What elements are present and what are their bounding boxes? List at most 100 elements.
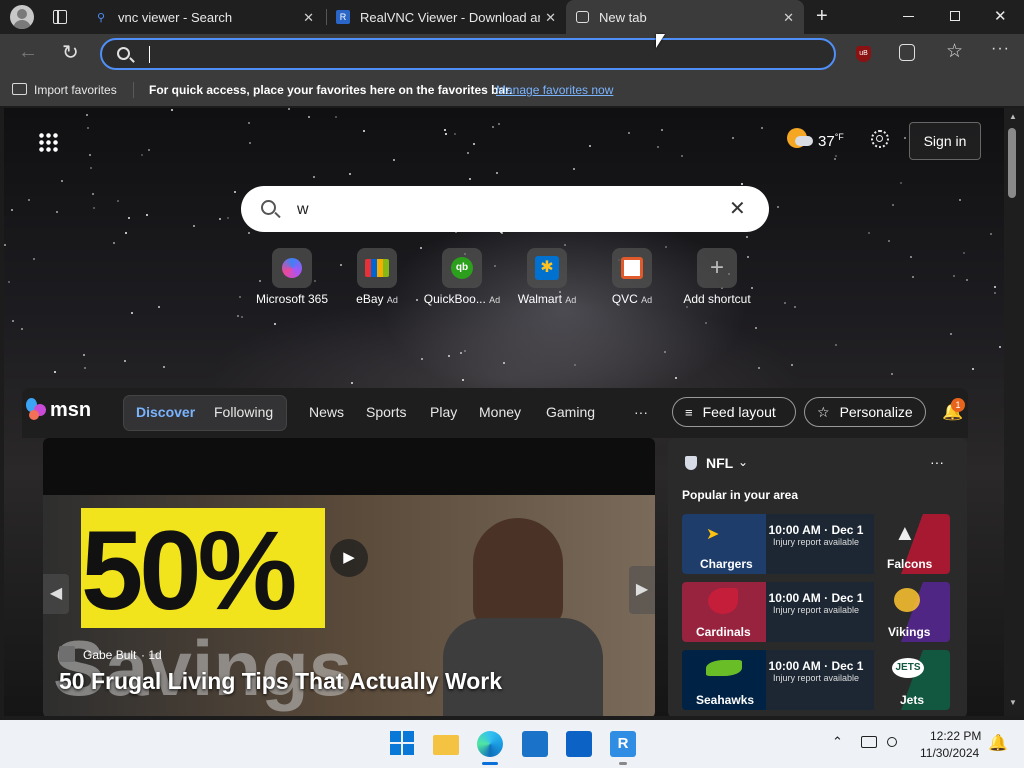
- back-button[interactable]: ←: [18, 41, 38, 64]
- cardinals-logo-icon: [708, 588, 738, 614]
- jets-logo-icon: JETS: [892, 658, 924, 678]
- game-row[interactable]: 10:00 AM · Dec 1 Injury report available…: [682, 582, 950, 642]
- star: [349, 172, 352, 175]
- notification-center-icon[interactable]: 🔔: [988, 733, 1008, 753]
- add-shortcut-button[interactable]: + Add shortcut: [677, 248, 757, 306]
- volume-muted-icon[interactable]: [887, 737, 897, 747]
- star: [308, 116, 311, 119]
- clock-time[interactable]: 12:22 PM: [930, 729, 981, 743]
- sign-in-button[interactable]: Sign in: [909, 122, 981, 160]
- edge-browser-icon[interactable]: [477, 731, 503, 757]
- carousel-next-button[interactable]: ▶: [629, 566, 655, 614]
- file-explorer-icon[interactable]: [433, 735, 459, 755]
- new-tab-icon: [576, 11, 589, 23]
- feed-layout-button[interactable]: ≡ Feed layout: [672, 397, 796, 427]
- star: [754, 327, 757, 330]
- nav-play[interactable]: Play: [430, 404, 457, 420]
- extensions-icon[interactable]: [899, 44, 915, 61]
- weather-widget[interactable]: 37°F: [818, 132, 844, 150]
- article-headline[interactable]: 50 Frugal Living Tips That Actually Work: [59, 668, 502, 695]
- shortcut-walmart[interactable]: ✱ Walmart Ad: [507, 248, 587, 306]
- msn-logo-text[interactable]: msn: [50, 399, 91, 422]
- nfl-more-button[interactable]: ···: [930, 454, 944, 470]
- address-input[interactable]: [146, 45, 806, 65]
- search-query[interactable]: w: [297, 201, 309, 219]
- chevron-down-icon[interactable]: ⌄: [738, 455, 748, 469]
- shortcut-quickbooks[interactable]: qb QuickBoo... Ad: [422, 248, 502, 306]
- star: [949, 332, 952, 335]
- star: [574, 363, 577, 366]
- web-search-box[interactable]: w ✕: [241, 186, 769, 232]
- close-tab-icon[interactable]: ✕: [303, 10, 314, 26]
- outlook-icon[interactable]: [566, 731, 592, 757]
- close-tab-icon[interactable]: ✕: [783, 10, 794, 26]
- minimize-button[interactable]: [903, 16, 914, 17]
- close-tab-icon[interactable]: ✕: [545, 10, 556, 26]
- tab-discover[interactable]: Discover: [136, 404, 195, 420]
- extension-ublock-icon[interactable]: uB: [856, 46, 871, 62]
- nav-money[interactable]: Money: [479, 404, 521, 420]
- new-tab-button[interactable]: +: [816, 5, 828, 28]
- manage-favorites-link[interactable]: Manage favorites now: [496, 83, 613, 97]
- windows-start-icon[interactable]: [390, 731, 416, 757]
- sign-in-label: Sign in: [923, 133, 967, 149]
- tab-following[interactable]: Following: [214, 404, 273, 420]
- tray-overflow-icon[interactable]: ⌃: [832, 734, 843, 750]
- star: [227, 217, 230, 220]
- tab-new-tab[interactable]: New tab ✕: [566, 0, 804, 34]
- personalize-button[interactable]: ☆ Personalize: [804, 397, 926, 427]
- tab-vnc-search[interactable]: ⚲ vnc viewer - Search ✕: [84, 0, 324, 34]
- microsoft-store-icon[interactable]: [522, 731, 548, 757]
- page-settings-icon[interactable]: [871, 130, 889, 148]
- hero-article-card[interactable]: 50% Savings ▶ ◀ ▶ Gabe Bult · 1d 50 Frug…: [43, 438, 655, 716]
- realvnc-viewer-icon[interactable]: R: [610, 731, 636, 757]
- realvnc-icon: R: [336, 10, 350, 24]
- star: [60, 179, 63, 182]
- shortcut-ebay[interactable]: eBay Ad: [337, 248, 417, 306]
- nav-news[interactable]: News: [309, 404, 344, 420]
- star: [989, 232, 992, 235]
- star: [363, 129, 366, 132]
- import-favorites-link[interactable]: Import favorites: [34, 83, 117, 97]
- star: [911, 275, 914, 278]
- apps-launcher-icon[interactable]: [38, 132, 58, 152]
- clock-date[interactable]: 11/30/2024: [920, 746, 979, 760]
- scroll-up-arrow[interactable]: ▲: [1009, 112, 1017, 121]
- star: [55, 211, 58, 214]
- clear-search-icon[interactable]: ✕: [729, 196, 746, 221]
- address-bar[interactable]: [100, 38, 836, 70]
- network-icon[interactable]: [861, 736, 877, 748]
- game-row[interactable]: JETS 10:00 AM · Dec 1 Injury report avai…: [682, 650, 950, 710]
- star: [140, 154, 143, 157]
- star: [193, 225, 196, 228]
- settings-more-icon[interactable]: ···: [991, 40, 1010, 58]
- refresh-button[interactable]: ↻: [62, 40, 79, 65]
- scroll-down-arrow[interactable]: ▼: [1009, 698, 1017, 707]
- star: [972, 367, 975, 370]
- restore-button[interactable]: [950, 11, 960, 21]
- article-age-value: 1d: [148, 648, 162, 662]
- close-window-button[interactable]: ✕: [994, 7, 1007, 25]
- star: [234, 190, 237, 193]
- favorites-icon[interactable]: ☆: [946, 40, 963, 63]
- nav-sports[interactable]: Sports: [366, 404, 406, 420]
- shortcut-qvc[interactable]: QVC Ad: [592, 248, 672, 306]
- nfl-title[interactable]: NFL: [706, 455, 733, 471]
- page-scrollbar[interactable]: ▲ ▼: [1004, 108, 1024, 716]
- star: [421, 358, 424, 361]
- tab-realvnc[interactable]: R RealVNC Viewer - Download and ✕: [326, 0, 566, 34]
- more-nav-button[interactable]: ···: [634, 404, 648, 420]
- article-age: · 1d: [141, 648, 162, 662]
- profile-avatar[interactable]: [10, 5, 34, 29]
- star: [82, 354, 85, 357]
- nav-gaming[interactable]: Gaming: [546, 404, 595, 420]
- shortcut-microsoft-365[interactable]: Microsoft 365: [252, 248, 332, 306]
- carousel-prev-button[interactable]: ◀: [43, 574, 69, 614]
- star: [473, 143, 476, 146]
- tab-actions-icon[interactable]: [53, 10, 67, 24]
- play-video-button[interactable]: ▶: [330, 539, 368, 577]
- game-row[interactable]: ➤ ▲ 10:00 AM · Dec 1 Injury report avail…: [682, 514, 950, 574]
- scroll-thumb[interactable]: [1008, 128, 1016, 198]
- ad-badge: Ad: [386, 295, 398, 305]
- star: [92, 193, 95, 196]
